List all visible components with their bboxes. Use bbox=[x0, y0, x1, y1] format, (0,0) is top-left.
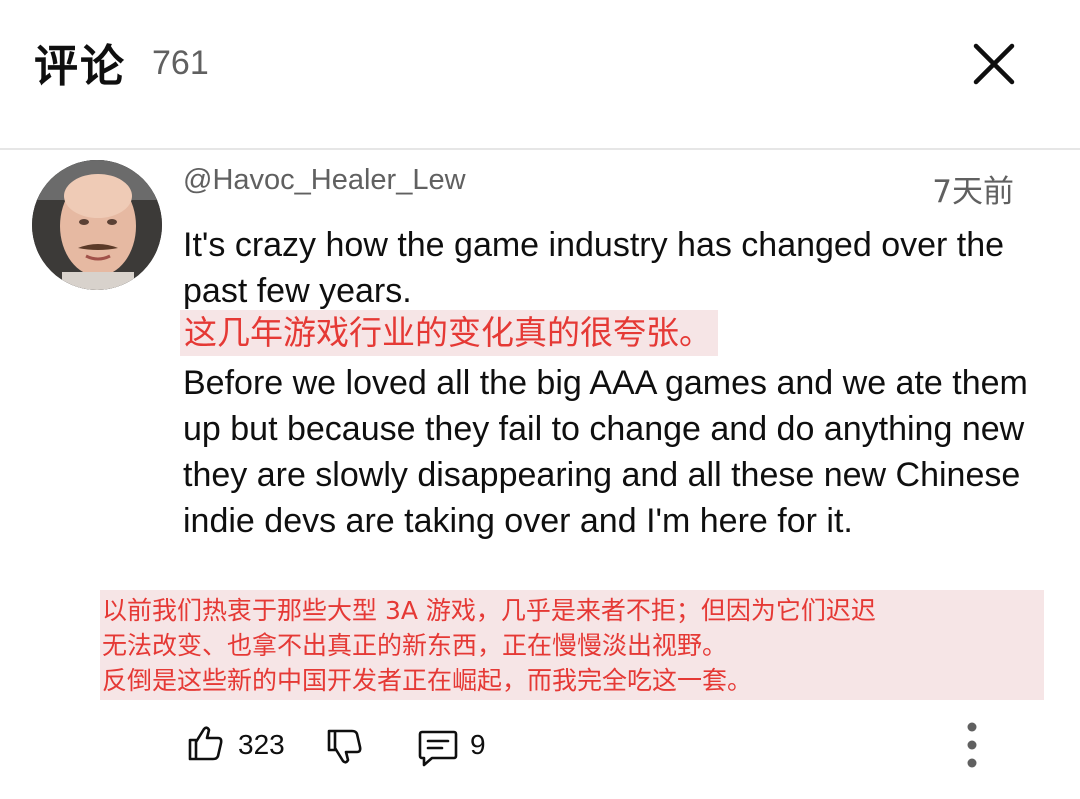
translation-line: 以前我们热衷于那些大型 3A 游戏，几乎是来者不拒；但因为它们迟迟 bbox=[102, 596, 876, 625]
comment-icon[interactable] bbox=[417, 727, 459, 771]
avatar[interactable] bbox=[32, 160, 162, 290]
comments-title: 评论 bbox=[34, 41, 126, 92]
reply-count: 9 bbox=[470, 729, 486, 760]
header-divider bbox=[0, 148, 1080, 150]
thumbs-up-icon[interactable] bbox=[186, 723, 226, 767]
translation-line: 反倒是这些新的中国开发者正在崛起，而我完全吃这一套。 bbox=[102, 666, 753, 695]
comment-author[interactable]: @Havoc_Healer_Lew bbox=[183, 164, 466, 197]
translation-line: 无法改变、也拿不出真正的新东西，正在慢慢淡出视野。 bbox=[102, 631, 728, 660]
close-icon[interactable] bbox=[968, 38, 1020, 90]
thumbs-down-icon[interactable] bbox=[325, 727, 365, 771]
comment-timestamp: 7天前 bbox=[932, 174, 1014, 210]
comment-text-en-1: It's crazy how the game industry has cha… bbox=[183, 226, 1005, 310]
comments-header: 评论 761 bbox=[0, 0, 1080, 150]
more-vertical-icon[interactable] bbox=[960, 721, 984, 773]
like-count: 323 bbox=[238, 729, 285, 760]
translation-block-2: 以前我们热衷于那些大型 3A 游戏，几乎是来者不拒；但因为它们迟迟 无法改变、也… bbox=[100, 590, 1044, 700]
comment-actions: 323 9 bbox=[0, 715, 1080, 775]
comment-text-en-2: Before we loved all the big AAA games an… bbox=[183, 364, 1028, 540]
translation-line-1: 这几年游戏行业的变化真的很夸张。 bbox=[180, 310, 718, 356]
comments-count: 761 bbox=[152, 44, 209, 82]
